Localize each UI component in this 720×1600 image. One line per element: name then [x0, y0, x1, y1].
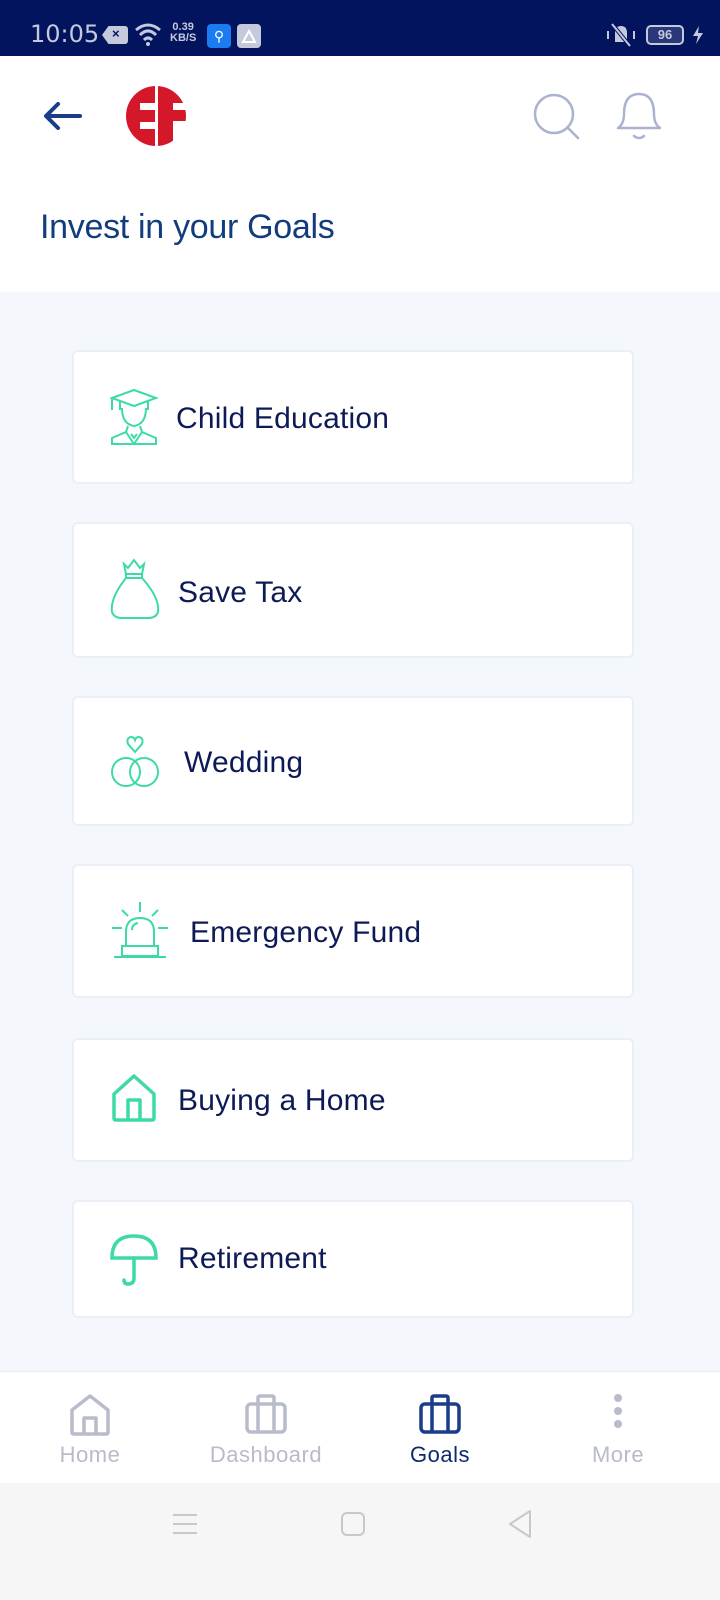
nav-label: Home [59, 1442, 121, 1467]
nav-label: Goals [410, 1442, 470, 1467]
briefcase-icon [419, 1394, 461, 1434]
bell-icon [616, 92, 662, 140]
app-header: Invest in your Goals [0, 56, 720, 292]
goal-card-wedding[interactable]: Wedding [72, 696, 634, 826]
nav-item-more[interactable]: More [528, 1372, 708, 1484]
siren-icon [112, 902, 168, 958]
usb-icon: ⚲ [207, 24, 231, 48]
money-bag-icon [110, 558, 160, 619]
umbrella-icon [110, 1234, 158, 1286]
goal-card-emergency-fund[interactable]: Emergency Fund [72, 864, 634, 998]
status-time: 10:05 [30, 20, 100, 48]
network-speed-unit: KB/S [170, 32, 197, 44]
page-title: Invest in your Goals [40, 208, 335, 246]
recents-menu-icon[interactable] [172, 1511, 198, 1537]
nav-item-dashboard[interactable]: Dashboard [176, 1372, 356, 1484]
goal-card-child-education[interactable]: Child Education [72, 350, 634, 484]
back-triangle-icon[interactable] [506, 1509, 534, 1539]
goal-label: Save Tax [178, 576, 303, 609]
goal-card-retirement[interactable]: Retirement [72, 1200, 634, 1318]
home-icon [70, 1394, 110, 1436]
wedding-rings-icon [111, 735, 159, 787]
status-right-group: 96 [604, 22, 704, 48]
nav-item-goals[interactable]: Goals [350, 1372, 530, 1484]
arrow-left-icon [44, 102, 82, 130]
wifi-icon [135, 23, 161, 46]
app-logo [125, 86, 189, 151]
search-icon [533, 93, 580, 140]
goal-card-buying-a-home[interactable]: Buying a Home [72, 1038, 634, 1162]
graduate-icon [109, 388, 159, 446]
goal-label: Buying a Home [178, 1084, 386, 1117]
nav-item-home[interactable]: Home [0, 1372, 180, 1484]
goal-card-save-tax[interactable]: Save Tax [72, 522, 634, 658]
status-bar: 10:05 × 0.39 KB/S ⚲ 96 [0, 0, 720, 56]
goal-label: Retirement [178, 1242, 327, 1275]
network-speed: 0.39 KB/S [170, 22, 196, 44]
house-icon [112, 1074, 156, 1122]
close-notification-icon: × [102, 26, 128, 44]
nav-label: Dashboard [209, 1442, 323, 1467]
system-nav-bar [0, 1483, 720, 1600]
notifications-button[interactable] [614, 90, 664, 144]
search-button[interactable] [532, 92, 582, 142]
bottom-nav: Home Dashboard Goals More [0, 1371, 720, 1483]
briefcase-icon [245, 1394, 287, 1434]
battery-icon: 96 [646, 25, 684, 45]
back-button[interactable] [40, 98, 84, 134]
nav-label: More [591, 1442, 645, 1467]
goal-label: Wedding [184, 746, 304, 779]
home-square-icon[interactable] [340, 1511, 366, 1537]
mute-vibrate-icon [607, 22, 635, 48]
accessibility-icon [237, 24, 261, 48]
charging-icon [693, 26, 703, 44]
more-vertical-icon [614, 1394, 622, 1428]
goal-label: Emergency Fund [190, 916, 422, 949]
goal-label: Child Education [176, 402, 390, 435]
